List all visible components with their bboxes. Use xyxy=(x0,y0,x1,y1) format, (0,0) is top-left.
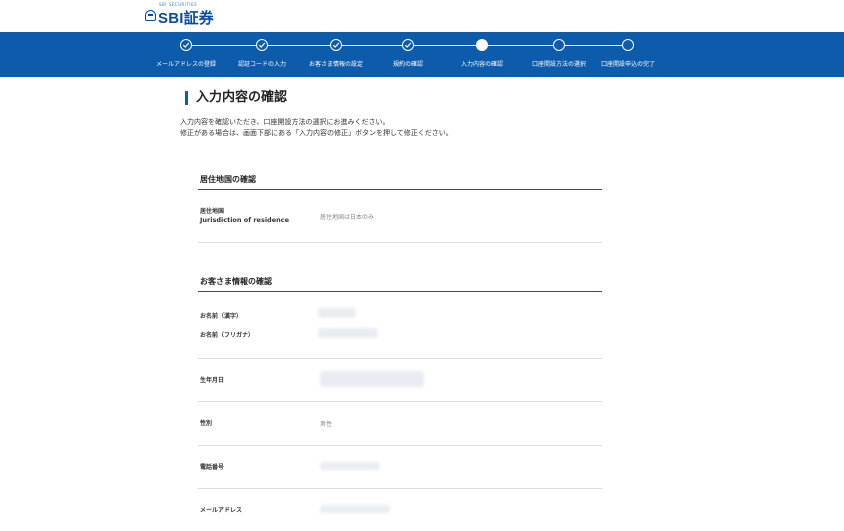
step-done-check-icon xyxy=(256,39,268,51)
residence-section: 居住地国の確認 居住地国 Jurisdiction of residence 居… xyxy=(198,173,602,243)
sbi-logo[interactable]: SBI SECURITIES SBI証券 xyxy=(145,2,225,28)
residence-label-en: Jurisdiction of residence xyxy=(200,216,289,224)
name-kana-masked xyxy=(318,328,378,338)
site-header: SBI SECURITIES SBI証券 xyxy=(0,0,844,32)
page-title: 入力内容の確認 xyxy=(185,91,287,105)
intro-line-1: 入力内容を確認いただき、口座開設方法の選択にお進みください。 xyxy=(180,118,390,126)
section-title: お客さま情報の確認 xyxy=(198,275,602,292)
birthdate-label: 生年月日 xyxy=(200,377,225,384)
logo-text: SBI証券 xyxy=(158,10,215,27)
name-row: お名前（漢字） お名前（フリガナ） xyxy=(198,292,602,359)
phone-masked xyxy=(320,462,380,470)
logo-mark-icon xyxy=(145,10,156,21)
customer-info-section: お客さま情報の確認 お名前（漢字） お名前（フリガナ） 生年月日 性別 男性 電… xyxy=(198,275,602,531)
step-done-check-icon xyxy=(402,39,414,51)
name-kanji-label: お名前（漢字） xyxy=(200,313,243,320)
section-title: 居住地国の確認 xyxy=(198,173,602,190)
residence-label: 居住地国 Jurisdiction of residence xyxy=(200,207,289,225)
phone-label: 電話番号 xyxy=(200,464,225,471)
gender-row: 性別 男性 xyxy=(198,402,602,446)
name-kana-label: お名前（フリガナ） xyxy=(200,332,255,339)
residence-row: 居住地国 Jurisdiction of residence 居住地国は日本のみ xyxy=(198,190,602,243)
step-done-check-icon xyxy=(180,39,192,51)
step-pending-circle-icon xyxy=(553,39,565,51)
residence-label-jp: 居住地国 xyxy=(200,208,225,215)
step-label: 口座開設申込の完了 xyxy=(600,61,655,68)
gender-label: 性別 xyxy=(200,420,213,427)
name-kanji-masked xyxy=(318,308,356,318)
residence-value: 居住地国は日本のみ xyxy=(320,214,375,221)
email-masked xyxy=(320,505,390,513)
gender-value: 男性 xyxy=(320,421,333,428)
step-pending-circle-icon xyxy=(622,39,634,51)
birthdate-masked xyxy=(320,371,424,387)
intro-line-2: 修正がある場合は、画面下部にある「入力内容の修正」ボタンを押して修正ください。 xyxy=(180,129,453,137)
step-current-dot-icon xyxy=(476,39,488,51)
step-done-check-icon xyxy=(330,39,342,51)
intro-text: 入力内容を確認いただき、口座開設方法の選択にお進みください。 修正がある場合は、… xyxy=(180,117,620,139)
email-row: メールアドレス xyxy=(198,489,602,531)
birthdate-row: 生年月日 xyxy=(198,359,602,402)
progress-stepper: メールアドレスの登録 認証コードの入力 お客さま情報の設定 規約の確認 入力内容… xyxy=(0,32,844,77)
email-label: メールアドレス xyxy=(200,507,243,514)
phone-row: 電話番号 xyxy=(198,446,602,489)
